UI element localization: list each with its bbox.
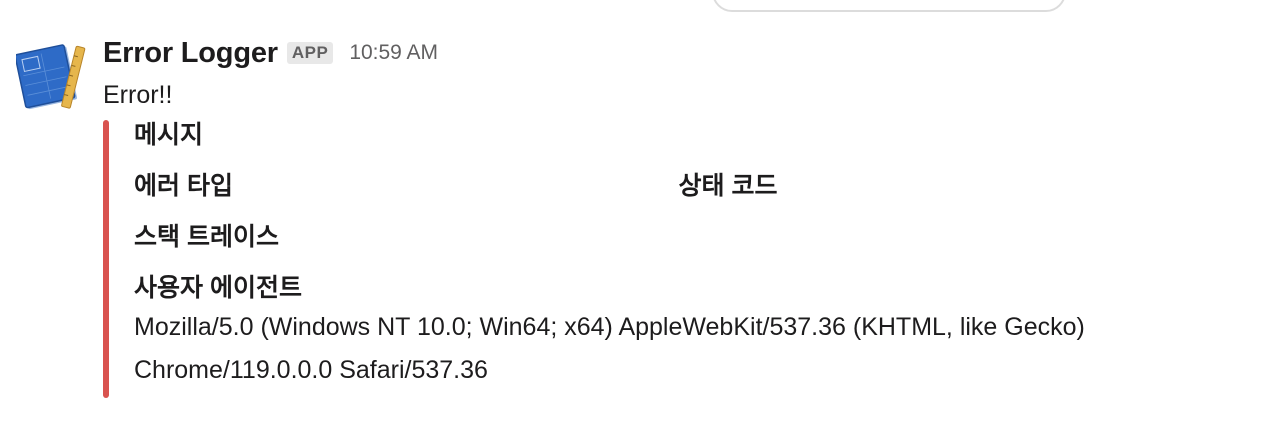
field-title-user-agent: 사용자 에이전트 xyxy=(134,274,302,302)
composer-pill[interactable] xyxy=(712,0,1066,12)
timestamp[interactable]: 10:59 AM xyxy=(349,41,438,65)
field-message: 메시지 xyxy=(134,120,1223,150)
field-row-error-status: 에러 타입 상태 코드 xyxy=(134,171,1223,201)
field-stack-trace: 스택 트레이스 xyxy=(134,222,1223,252)
field-title-error-type: 에러 타입 xyxy=(134,172,233,200)
sender-name[interactable]: Error Logger xyxy=(103,37,278,70)
message-header: Error Logger APP 10:59 AM xyxy=(103,30,1223,76)
field-error-type: 에러 타입 xyxy=(134,171,679,201)
field-user-agent: 사용자 에이전트 Mozilla/5.0 (Windows NT 10.0; W… xyxy=(134,273,1223,392)
app-badge: APP xyxy=(286,42,334,64)
blueprint-ruler-icon[interactable] xyxy=(14,40,86,112)
field-value-user-agent: Mozilla/5.0 (Windows NT 10.0; Win64; x64… xyxy=(134,313,1085,384)
attachment-color-bar xyxy=(103,120,109,398)
attachment: 메시지 에러 타입 상태 코드 스택 트레이스 사용자 에이전트 Mozilla… xyxy=(103,120,1223,398)
field-title-message: 메시지 xyxy=(134,121,204,149)
field-title-stack-trace: 스택 트레이스 xyxy=(134,223,279,251)
message: Error Logger APP 10:59 AM Error!! 메시지 에러… xyxy=(103,30,1223,398)
message-text: Error!! xyxy=(103,81,173,109)
field-status-code: 상태 코드 xyxy=(679,171,1224,201)
field-title-status-code: 상태 코드 xyxy=(678,172,778,200)
